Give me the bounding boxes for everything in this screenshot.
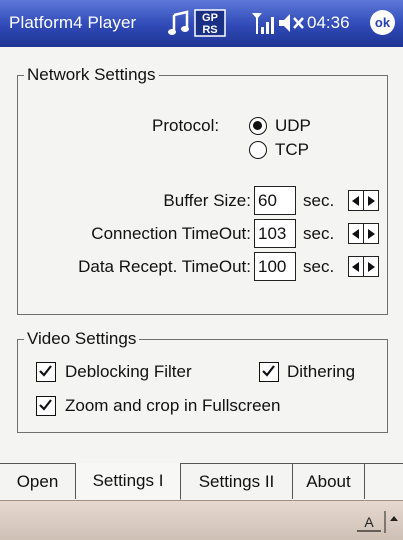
- video-settings-group: Video Settings Deblocking Filter Ditheri…: [17, 329, 388, 433]
- connection-timeout-spinner[interactable]: [348, 223, 379, 244]
- tcp-radio[interactable]: [249, 141, 267, 159]
- menu-bar: A: [0, 500, 403, 540]
- dithering-label[interactable]: Dithering: [287, 362, 355, 382]
- network-settings-group: Network Settings Protocol: UDP TCP Buffe…: [17, 65, 388, 315]
- video-settings-title: Video Settings: [24, 329, 140, 349]
- tab-open[interactable]: Open: [0, 464, 76, 499]
- protocol-label: Protocol:: [152, 116, 220, 135]
- music-icon[interactable]: [168, 9, 190, 37]
- spin-right-icon[interactable]: [363, 224, 378, 243]
- title-bar: Platform4 Player GP RS 04:36 ok: [0, 0, 403, 47]
- ok-button[interactable]: ok: [370, 10, 395, 35]
- connection-timeout-label: Connection TimeOut:: [91, 224, 251, 243]
- data-recept-timeout-spinner[interactable]: [348, 256, 379, 277]
- network-settings-title: Network Settings: [24, 65, 159, 85]
- gprs-text-bottom: RS: [202, 24, 217, 36]
- gprs-text-top: GP: [202, 12, 218, 24]
- dithering-checkbox[interactable]: [259, 362, 279, 382]
- connection-timeout-unit: sec.: [303, 224, 335, 243]
- data-recept-timeout-unit: sec.: [303, 257, 335, 276]
- deblocking-label[interactable]: Deblocking Filter: [65, 362, 192, 382]
- speaker-muted-icon[interactable]: [277, 9, 305, 37]
- udp-radio[interactable]: [249, 117, 267, 135]
- clock[interactable]: 04:36: [307, 13, 350, 33]
- spin-left-icon[interactable]: [349, 257, 363, 276]
- input-panel-button[interactable]: A: [355, 509, 399, 535]
- spin-left-icon[interactable]: [349, 191, 363, 210]
- connection-timeout-input[interactable]: 103: [254, 219, 296, 248]
- data-recept-timeout-input[interactable]: 100: [254, 252, 296, 281]
- tab-bar: Open Settings I Settings II About: [0, 463, 403, 501]
- buffer-size-unit: sec.: [303, 191, 335, 210]
- gprs-icon[interactable]: GP RS: [194, 9, 226, 37]
- checkmark-icon: [39, 399, 52, 411]
- checkmark-icon: [39, 365, 52, 377]
- app-title: Platform4 Player: [9, 13, 137, 32]
- zoom-crop-label[interactable]: Zoom and crop in Fullscreen: [65, 396, 280, 416]
- buffer-size-spinner[interactable]: [348, 190, 379, 211]
- spin-right-icon[interactable]: [363, 257, 378, 276]
- tab-settings-i[interactable]: Settings I: [76, 463, 181, 500]
- input-panel-letter: A: [364, 514, 374, 530]
- spin-left-icon[interactable]: [349, 224, 363, 243]
- deblocking-checkbox[interactable]: [36, 362, 56, 382]
- udp-label[interactable]: UDP: [275, 116, 311, 136]
- tab-about[interactable]: About: [293, 464, 365, 499]
- checkmark-icon: [262, 365, 275, 377]
- signal-icon[interactable]: [250, 9, 274, 37]
- chevron-up-icon: [390, 516, 398, 521]
- spin-right-icon[interactable]: [363, 191, 378, 210]
- tab-settings-ii[interactable]: Settings II: [181, 464, 293, 499]
- buffer-size-input[interactable]: 60: [254, 186, 296, 215]
- tcp-label[interactable]: TCP: [275, 140, 309, 160]
- zoom-crop-checkbox[interactable]: [36, 396, 56, 416]
- buffer-size-label: Buffer Size:: [163, 191, 251, 210]
- data-recept-timeout-label: Data Recept. TimeOut:: [78, 257, 251, 276]
